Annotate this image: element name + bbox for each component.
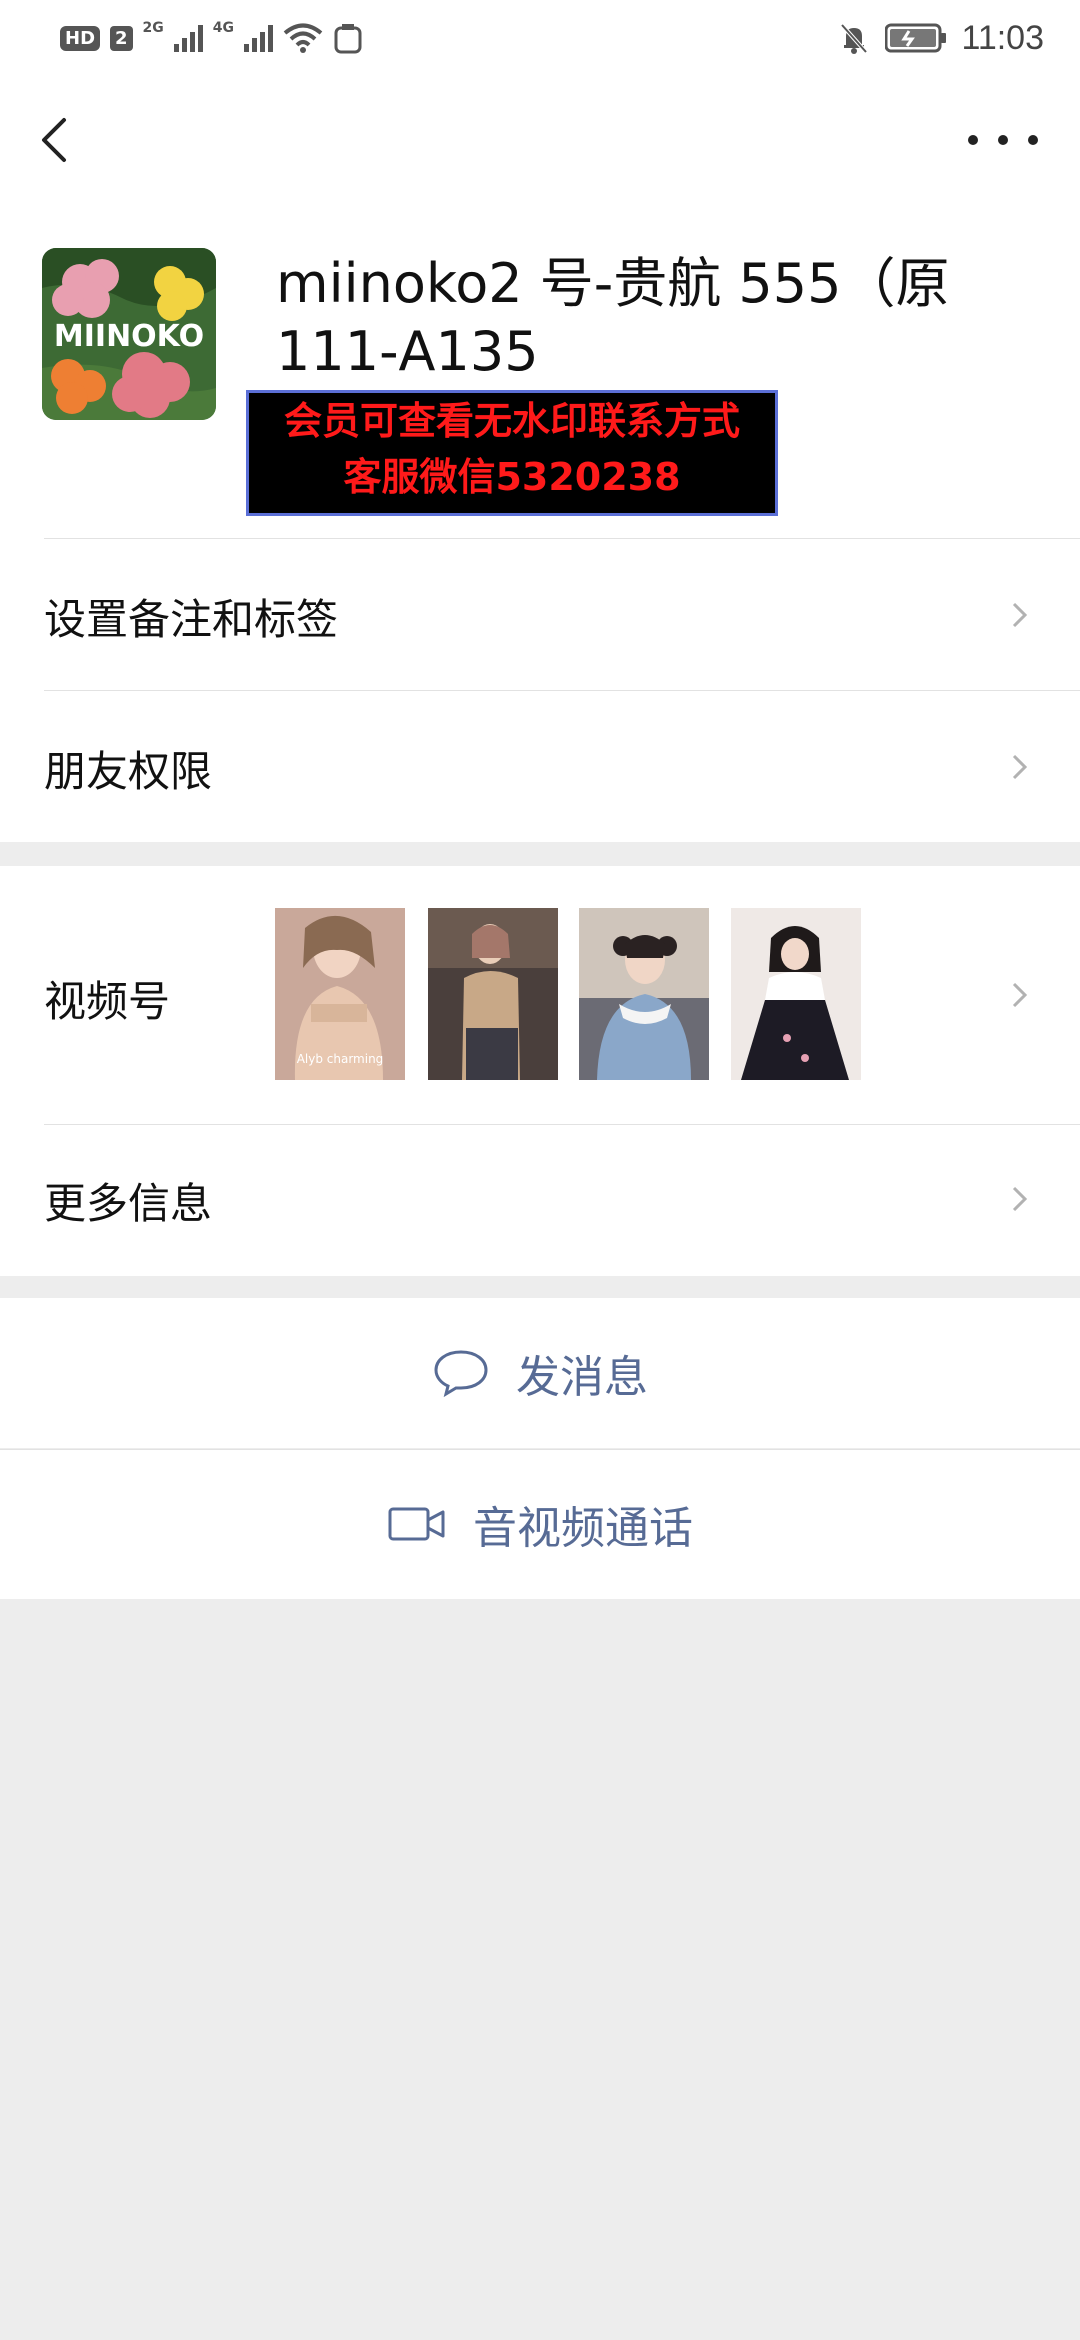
voice-video-call-button[interactable]: 音视频通话 [0, 1449, 1080, 1599]
friend-permissions-row[interactable]: 朋友权限 [0, 690, 1080, 842]
more-info-label: 更多信息 [44, 1179, 213, 1228]
chevron-right-icon [1012, 602, 1028, 628]
dot-icon [968, 135, 978, 145]
more-options-button[interactable] [968, 120, 1038, 160]
back-button[interactable] [30, 110, 80, 170]
divider [44, 690, 1080, 691]
avatar-text: MIINOKO [54, 319, 204, 354]
network-type-1: 2G [142, 20, 164, 36]
hd-badge: HD [60, 25, 101, 51]
status-right: 11:03 [837, 18, 1044, 58]
divider [0, 1449, 1080, 1450]
watermark-overlay: 会员可查看无水印联系方式 客服微信5320238 [246, 390, 778, 516]
chevron-right-icon [1012, 754, 1028, 780]
status-left: HD 2 2G 4G [60, 18, 363, 58]
more-info-row[interactable]: 更多信息 [0, 1124, 1080, 1276]
divider [44, 538, 1080, 539]
friend-permissions-label: 朋友权限 [44, 747, 213, 796]
divider [44, 1124, 1080, 1125]
voice-video-call-label: 音视频通话 [473, 1503, 693, 1554]
dot-icon [998, 135, 1008, 145]
battery-icon [885, 23, 947, 53]
send-message-label: 发消息 [516, 1352, 648, 1403]
channels-label: 视频号 [44, 977, 171, 1026]
chat-bubble-icon [434, 1350, 488, 1398]
chevron-right-icon [1012, 982, 1028, 1008]
dot-icon [1028, 135, 1038, 145]
chevron-right-icon [1012, 1186, 1028, 1212]
remark-tags-row[interactable]: 设置备注和标签 [0, 538, 1080, 690]
nfc-icon [334, 24, 362, 54]
watermark-line-2: 客服微信5320238 [343, 455, 681, 499]
contact-name: miinoko2 号-贵航 555（原 111-A135 [276, 252, 950, 383]
avatar[interactable]: MIINOKO [42, 248, 216, 420]
sim-number: 2 [110, 25, 133, 51]
channel-thumbnail[interactable]: Alyb charming [275, 908, 405, 1080]
network-type-2: 4G [212, 20, 235, 36]
remark-tags-label: 设置备注和标签 [44, 595, 339, 644]
channel-thumbnail[interactable] [731, 908, 861, 1080]
thumbnail-caption: Alyb charming [296, 1052, 384, 1066]
channel-thumbnail[interactable] [428, 908, 558, 1080]
status-bar: HD 2 2G 4G 11:03 [0, 0, 1080, 78]
watermark-line-1: 会员可查看无水印联系方式 [283, 399, 740, 443]
mute-bell-icon [840, 23, 868, 54]
channel-thumbnail[interactable] [579, 908, 709, 1080]
channels-row[interactable]: 视频号 Alyb charming [0, 866, 1080, 1124]
wifi-icon [283, 23, 323, 53]
clock: 11:03 [961, 18, 1044, 57]
signal-icon [173, 24, 203, 52]
signal-icon-2 [244, 24, 274, 52]
send-message-button[interactable]: 发消息 [0, 1298, 1080, 1448]
video-camera-icon [388, 1507, 445, 1541]
